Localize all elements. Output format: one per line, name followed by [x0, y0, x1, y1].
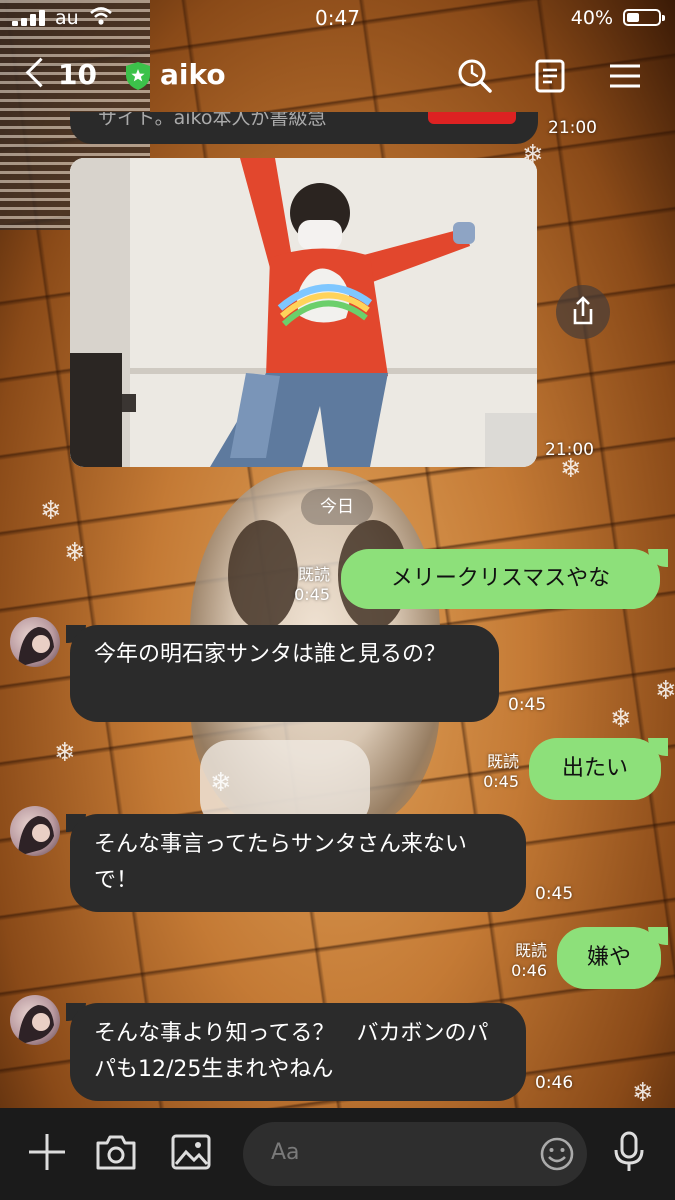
- search-icon[interactable]: [455, 56, 495, 96]
- snowflake-decoration: ❄: [610, 704, 632, 734]
- read-receipt: 既読 0:45: [475, 752, 519, 792]
- read-label: 既読: [297, 565, 330, 584]
- message-time: 0:45: [508, 695, 547, 715]
- notes-icon[interactable]: [530, 56, 570, 96]
- message-time: 0:45: [535, 884, 574, 904]
- plus-icon[interactable]: [25, 1130, 69, 1174]
- message-input-placeholder: Aa: [271, 1140, 300, 1165]
- date-separator: 今日: [301, 489, 373, 525]
- read-label: 既読: [486, 752, 519, 771]
- chevron-left-icon: [25, 57, 56, 88]
- message-input[interactable]: Aa: [243, 1122, 587, 1186]
- share-icon: [573, 296, 593, 325]
- message-text: 今年の明石家サンタは誰と見るの？: [94, 642, 447, 667]
- avatar-image: [18, 1005, 54, 1045]
- received-message-bubble[interactable]: そんな事より知ってる？ バカボンのパパも12/25生まれやねん: [70, 1003, 526, 1101]
- emoji-icon[interactable]: [539, 1136, 575, 1172]
- read-receipt: 既読 0:46: [503, 941, 547, 981]
- battery-icon: [623, 9, 665, 26]
- microphone-icon[interactable]: [607, 1130, 651, 1174]
- message-text: そんな事言ってたらサンタさん来ないで！: [94, 832, 467, 893]
- camera-icon[interactable]: [94, 1130, 138, 1174]
- avatar[interactable]: [10, 995, 60, 1045]
- snowflake-decoration: ❄: [54, 738, 76, 768]
- avatar-image: [18, 816, 54, 856]
- snowflake-decoration: ❄: [632, 1078, 654, 1108]
- unread-count: 10: [58, 58, 97, 91]
- chat-title: aiko: [160, 58, 226, 91]
- previous-link-message[interactable]: サイト。aiko本人が書級急: [70, 112, 538, 144]
- avatar[interactable]: [10, 617, 60, 667]
- photo-message[interactable]: [70, 158, 537, 467]
- battery-percent: 40%: [570, 7, 613, 29]
- read-receipt: 既読 0:45: [286, 565, 330, 605]
- back-button[interactable]: 10: [22, 56, 97, 96]
- share-button[interactable]: [556, 285, 610, 339]
- received-message-bubble[interactable]: そんな事言ってたらサンタさん来ないで！: [70, 814, 526, 912]
- image-icon[interactable]: [169, 1130, 213, 1174]
- snowflake-decoration: ❄: [655, 676, 675, 706]
- composer-bar: Aa: [0, 1108, 675, 1200]
- menu-icon[interactable]: [605, 56, 645, 96]
- message-text: 嫌や: [586, 945, 631, 970]
- snowflake-decoration: ❄: [210, 768, 232, 798]
- snowflake-decoration: ❄: [40, 496, 62, 526]
- sent-message-bubble[interactable]: 出たい: [529, 738, 661, 800]
- previous-message-text: サイト。aiko本人が書級急: [98, 112, 327, 129]
- status-bar: au 0:47 40%: [0, 0, 675, 36]
- avatar[interactable]: [10, 806, 60, 856]
- sent-message-bubble[interactable]: 嫌や: [557, 927, 661, 989]
- message-time: 21:00: [548, 118, 597, 138]
- message-time: 0:45: [483, 772, 519, 791]
- message-text: そんな事より知ってる？ バカボンのパパも12/25生まれやねん: [94, 1021, 489, 1082]
- message-time: 0:46: [535, 1073, 574, 1093]
- shield-star-icon: [126, 62, 150, 90]
- message-text: 出たい: [561, 756, 628, 781]
- message-text: メリークリスマスやな: [390, 566, 611, 591]
- message-time: 0:45: [294, 585, 330, 604]
- snowflake-decoration: ❄: [64, 538, 86, 568]
- message-time: 0:46: [511, 961, 547, 980]
- previous-message-button-fragment: [428, 112, 516, 124]
- avatar-image: [18, 627, 54, 667]
- battery-fill: [627, 13, 639, 22]
- chat-header: 10 aiko: [0, 44, 675, 108]
- received-message-bubble[interactable]: 今年の明石家サンタは誰と見るの？: [70, 625, 499, 722]
- photo-image: [70, 158, 537, 467]
- read-label: 既読: [514, 941, 547, 960]
- sent-message-bubble[interactable]: メリークリスマスやな: [341, 549, 660, 609]
- message-time: 21:00: [545, 440, 594, 460]
